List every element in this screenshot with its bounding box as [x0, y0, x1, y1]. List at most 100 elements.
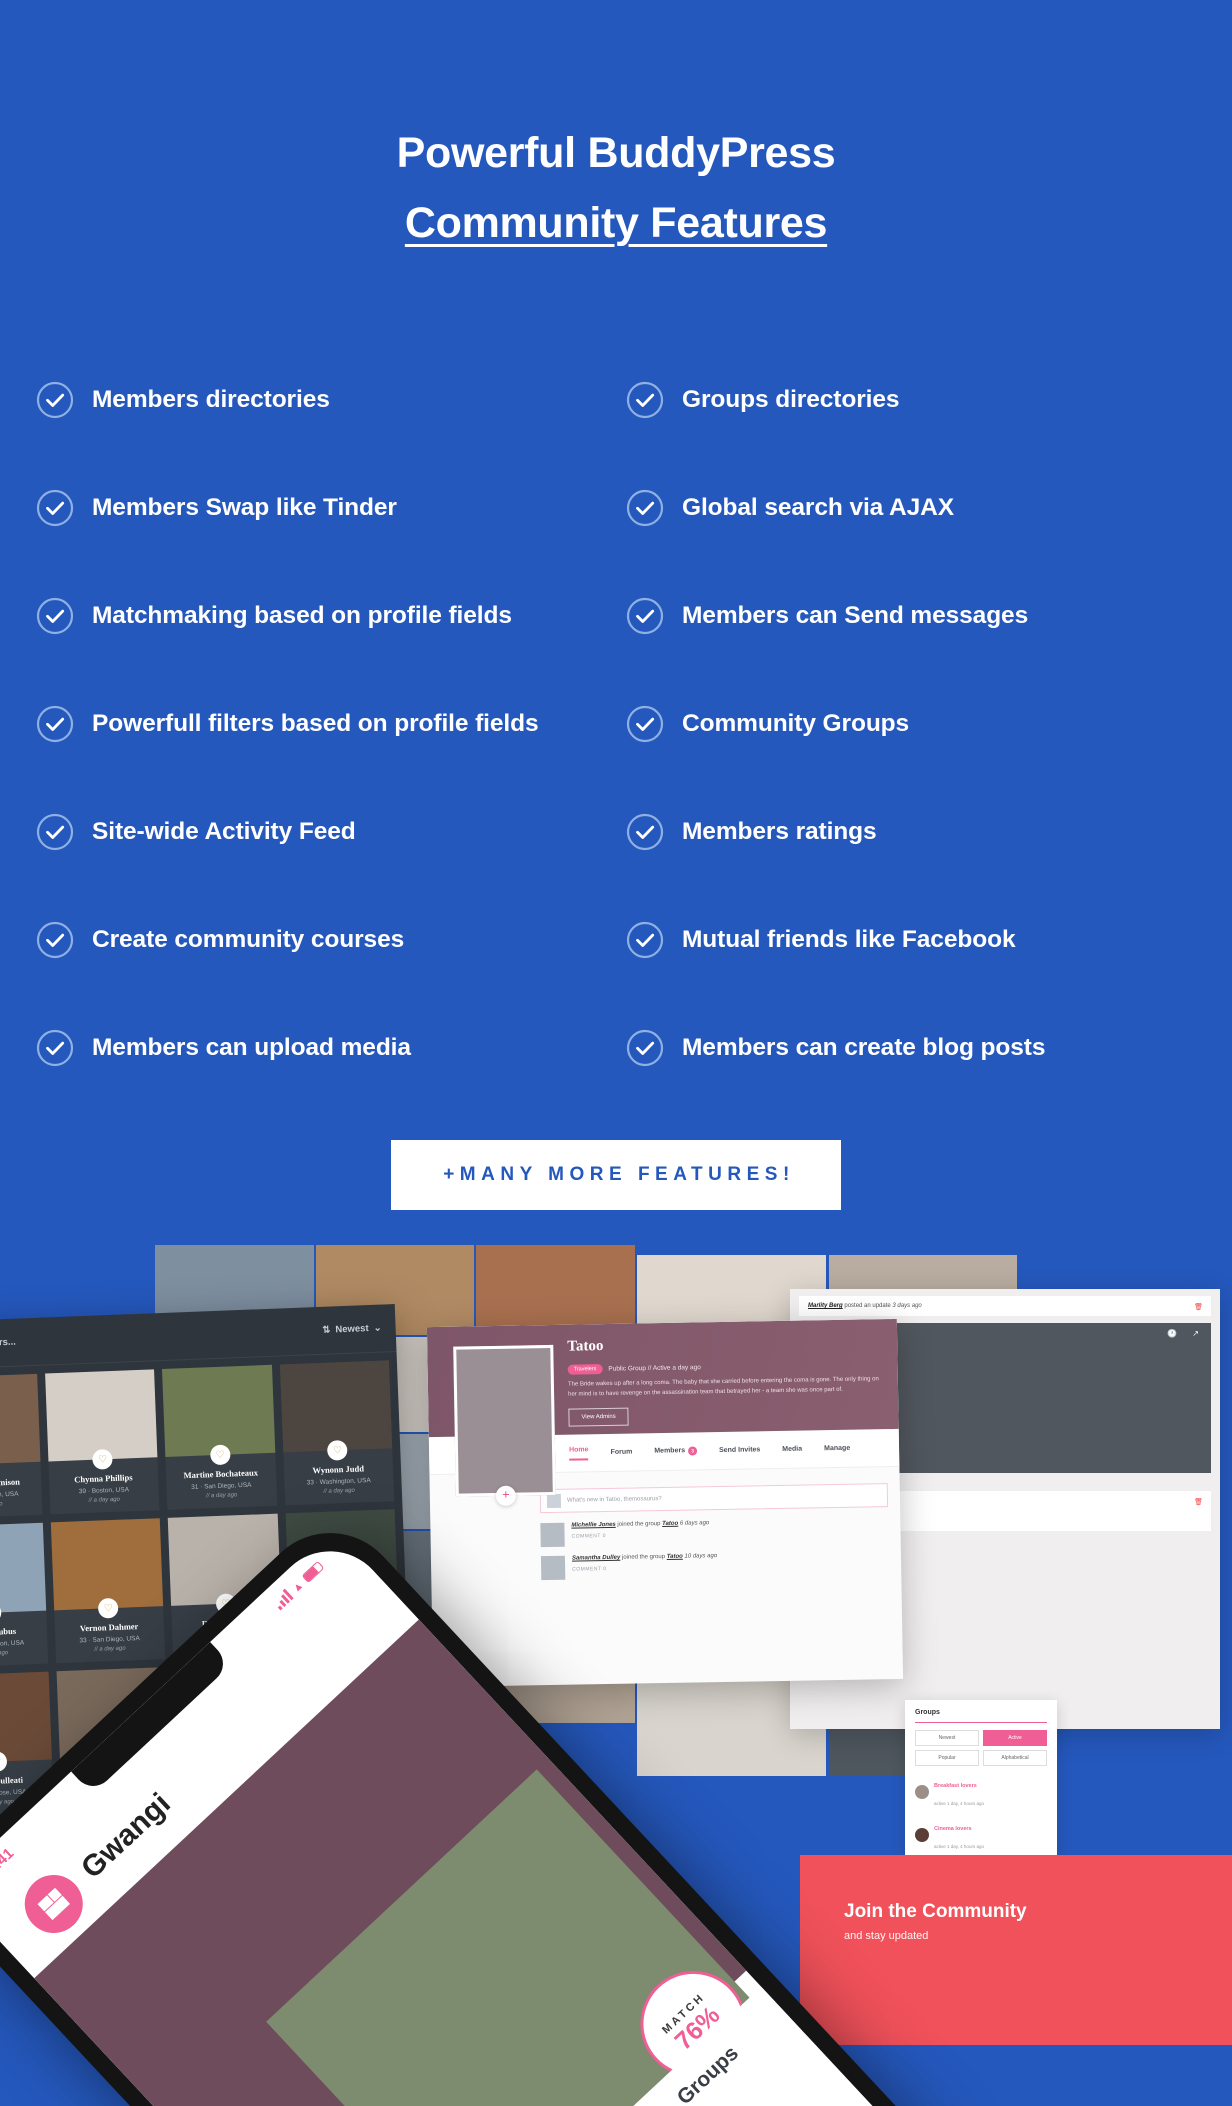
member-card[interactable]: ♡ Vernon Dahmer 33 · San Diego, USA// a da… — [50, 1518, 166, 1664]
sort-label: Newest — [335, 1323, 369, 1336]
avatar — [546, 1493, 562, 1509]
banner-heading: Join the Community — [844, 1901, 1027, 1922]
many-more-features-button[interactable]: +MANY MORE FEATURES! — [391, 1140, 841, 1210]
member-card[interactable]: ♡ Chynna Phillips 39 · Boston, USA// a day… — [44, 1369, 160, 1515]
activity-text: Samantha Dulley joined the group Tatoo 1… — [571, 1553, 718, 1573]
banner-subtext: and stay updated — [844, 1930, 929, 1942]
feature-label: Members can Send messages — [682, 602, 1029, 629]
group-page-card: + Tatoo Travelers Public Group // Active … — [426, 1318, 904, 1688]
group-list-item[interactable]: Breakfast lovers active 1 day, 4 hours ag… — [915, 1774, 1047, 1810]
activity-post: 🗑 Marlity Berg posted an update 3 days a… — [799, 1296, 1211, 1316]
feature-item: Create community courses — [36, 886, 614, 994]
check-circle-icon — [626, 597, 664, 635]
member-photo: ♡ — [279, 1360, 393, 1461]
feature-item: Global search via AJAX — [626, 454, 1204, 562]
clock-icon[interactable]: 🕐 — [1167, 1329, 1177, 1338]
group-name: Breakfast lovers — [934, 1783, 977, 1789]
feature-label: Create community courses — [92, 926, 405, 953]
feature-item: Matchmaking based on profile fields — [36, 562, 614, 670]
wifi-icon: ▴ — [289, 1578, 305, 1594]
post-time: 3 days ago — [892, 1303, 922, 1309]
feature-label: Matchmaking based on profile fields — [92, 602, 512, 629]
check-circle-icon — [36, 705, 74, 743]
member-meta: 33 · San Diego, USA — [79, 1635, 140, 1645]
activity-text: Michellie Jones joined the group Tatoo 6… — [571, 1520, 710, 1540]
group-activity-time: active 1 day, 4 hours ago — [934, 1844, 984, 1849]
member-card[interactable]: ♡Antawnia Jamison43 · Washington, USA// … — [0, 1373, 43, 1519]
members-sort-dropdown[interactable]: ⇅ Newest ⌄ — [322, 1323, 382, 1336]
member-card[interactable]: ♡ Martine Bochateaux 31 · San Diego, USA//… — [162, 1364, 277, 1510]
share-icon[interactable]: ↗ — [1192, 1329, 1199, 1338]
feature-label: Mutual friends like Facebook — [682, 926, 1016, 953]
feature-label: Community Groups — [682, 710, 910, 737]
group-nav-forum[interactable]: Forum — [611, 1449, 633, 1456]
feature-item: Members directories — [36, 346, 614, 454]
member-meta: 31 · San Diego, USA — [191, 1481, 252, 1491]
promo-page: Powerful BuddyPress Community Features M… — [0, 0, 1232, 2106]
check-circle-icon — [36, 489, 74, 527]
groups-widget: Groups Newest Active Popular Alphabetica… — [905, 1700, 1057, 1956]
member-time: // a day ago — [323, 1487, 355, 1495]
group-hero: + Tatoo Travelers Public Group // Active … — [426, 1318, 899, 1506]
member-photo: ♡ — [0, 1522, 46, 1624]
filter-icon: ⇅ — [322, 1324, 331, 1336]
avatar — [915, 1785, 929, 1799]
post-author[interactable]: Marlity Berg — [808, 1303, 843, 1309]
tab-active[interactable]: Active — [983, 1730, 1047, 1746]
groups-widget-title: Groups — [915, 1709, 1047, 1723]
feature-item: Members Swap like Tinder — [36, 454, 614, 562]
feature-item: Members ratings — [626, 778, 1204, 886]
feature-label: Members Swap like Tinder — [92, 494, 397, 521]
comment-count[interactable]: COMMENT 0 — [572, 1564, 717, 1573]
groups-widget-tabs: Newest Active Popular Alphabetical — [915, 1730, 1047, 1766]
trash-icon[interactable]: 🗑 — [1194, 1303, 1203, 1311]
screenshot-collage: Search Members... ⇅ Newest ⌄ ♡ Antawnia J… — [0, 1245, 1232, 2106]
tab-alphabetical[interactable]: Alphabetical — [983, 1750, 1047, 1766]
member-time: // a day ago — [94, 1645, 126, 1653]
activity-item: Michellie Jones joined the group Tatoo 6… — [540, 1517, 888, 1548]
trash-icon[interactable]: 🗑 — [1194, 1498, 1203, 1506]
feature-item: Groups directories — [626, 346, 1204, 454]
feature-label: Members ratings — [682, 818, 877, 845]
group-list-item[interactable]: Cinema lovers active 1 day, 4 hours ago — [915, 1817, 1047, 1853]
feature-item: Members can Send messages — [626, 562, 1204, 670]
member-name: Vernon Dahmer — [79, 1621, 139, 1634]
group-activity-time: active 1 day, 4 hours ago — [934, 1801, 984, 1806]
signal-icon — [273, 1588, 295, 1611]
check-circle-icon — [626, 705, 664, 743]
feature-item: Powerfull filters based on profile field… — [36, 670, 614, 778]
group-description: The Bride wakes up after a long coma. Th… — [567, 1376, 879, 1398]
tab-popular[interactable]: Popular — [915, 1750, 979, 1766]
check-circle-icon — [626, 921, 664, 959]
photo-tile — [476, 1245, 635, 1335]
member-name: Andre Dubus — [0, 1625, 17, 1638]
group-nav-members[interactable]: Members 3 — [654, 1446, 698, 1456]
check-circle-icon — [626, 813, 664, 851]
feature-label: Members can upload media — [92, 1034, 411, 1061]
group-nav-manage[interactable]: Manage — [824, 1445, 850, 1452]
group-nav-media[interactable]: Media — [782, 1446, 802, 1453]
feature-item: Site-wide Activity Feed — [36, 778, 614, 886]
group-meta: Travelers Public Group // Active a day ag… — [567, 1362, 701, 1375]
view-admins-button[interactable]: View Admins — [568, 1407, 629, 1427]
composer-placeholder: What's new in Tatoo, themosaurus? — [566, 1496, 662, 1504]
search-members-input[interactable]: Search Members... — [0, 1337, 16, 1351]
member-meta: 33 · Washington, USA — [306, 1477, 371, 1487]
group-composer[interactable]: What's new in Tatoo, themosaurus? — [539, 1483, 889, 1514]
member-meta: 39 · Boston, USA — [78, 1486, 130, 1496]
member-name: Wynonn Judd — [312, 1463, 365, 1476]
page-title: Powerful BuddyPress Community Features — [0, 0, 1232, 258]
chevron-down-icon: ⌄ — [373, 1322, 382, 1334]
group-nav-home[interactable]: Home — [568, 1445, 589, 1461]
post-text: posted an update — [844, 1303, 891, 1309]
member-card[interactable]: ♡ Wynonn Judd 33 · Washington, USA// a day… — [279, 1360, 395, 1506]
tab-newest[interactable]: Newest — [915, 1730, 979, 1746]
member-card[interactable]: ♡Andre Dubus22 · Washington, USA// a day… — [0, 1522, 48, 1668]
member-photo: ♡ — [50, 1518, 164, 1619]
comment-count[interactable]: COMMENT 0 — [572, 1531, 710, 1540]
check-circle-icon — [626, 381, 664, 419]
feature-label: Members can create blog posts — [682, 1034, 1046, 1061]
group-nav-send-invites[interactable]: Send Invites — [719, 1446, 760, 1454]
join-community-banner: Join the Community and stay updated — [800, 1855, 1232, 2045]
avatar — [540, 1555, 566, 1581]
